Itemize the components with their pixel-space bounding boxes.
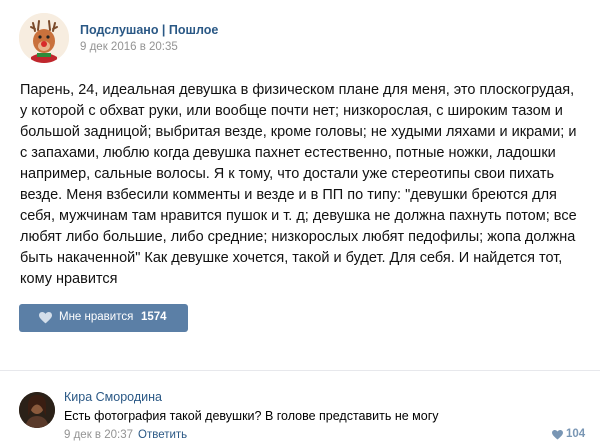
post-text: Парень, 24, идеальная девушка в физическ… (20, 82, 577, 287)
wall-post: Подслушано | Пошлое 9 дек 2016 в 20:35 П… (0, 0, 600, 370)
reindeer-avatar-icon (19, 13, 69, 63)
like-button[interactable]: Мне нравится 1574 (19, 304, 188, 332)
community-avatar[interactable] (19, 13, 69, 63)
commenter-avatar[interactable] (19, 392, 55, 428)
post-author-link[interactable]: Подслушано | Пошлое (80, 23, 218, 37)
heart-icon (39, 312, 52, 324)
like-count: 1574 (141, 311, 167, 323)
comment-text: Есть фотография такой девушки? В голове … (64, 409, 439, 423)
reply-link[interactable]: Ответить (138, 429, 187, 441)
post-date[interactable]: 9 дек 2016 в 20:35 (80, 41, 178, 53)
comment: Кира Смородина Есть фотография такой дев… (0, 371, 600, 447)
heart-icon (552, 430, 563, 440)
user-photo-avatar (19, 392, 55, 428)
comment-date[interactable]: 9 дек в 20:37 (64, 429, 133, 441)
like-label: Мне нравится (59, 311, 134, 323)
commenter-name-link[interactable]: Кира Смородина (64, 390, 162, 404)
comment-like-count: 104 (566, 428, 586, 440)
